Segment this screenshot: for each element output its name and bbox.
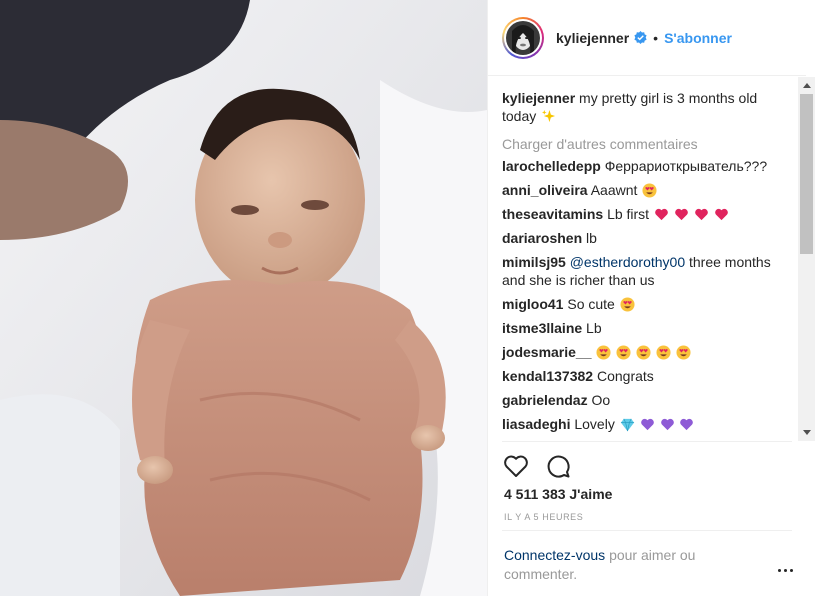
- scrollbar-thumb[interactable]: [800, 94, 813, 254]
- comment-username[interactable]: migloo41: [502, 296, 563, 312]
- comment-item: itsme3llaine Lb: [502, 319, 784, 337]
- comment-text: So cute: [567, 296, 615, 312]
- comment-item: jodesmarie__: [502, 343, 784, 361]
- heart-eyes-emoji: [636, 345, 651, 360]
- post-side-panel: kyliejenner • S'abonner kyliejenner my p…: [487, 0, 815, 596]
- comment-text: Aaawnt: [590, 182, 638, 198]
- red-heart-emoji: [655, 208, 668, 221]
- comment-text: Феррариоткрыватель???: [604, 158, 768, 174]
- heart-eyes-emoji: [620, 297, 635, 312]
- comment-username[interactable]: liasadeghi: [502, 416, 570, 432]
- baby-photo-image: [0, 0, 487, 596]
- diamond-emoji: [620, 418, 634, 432]
- divider: [502, 530, 792, 531]
- likes-count[interactable]: 4 511 383 J'aime: [504, 486, 612, 502]
- comments-scrollbar[interactable]: [798, 77, 815, 441]
- purple-heart-emoji: [680, 418, 694, 431]
- heart-eyes-emoji: [676, 345, 691, 360]
- avatar[interactable]: [502, 16, 544, 59]
- heart-eyes-emoji: [642, 183, 657, 198]
- comment-mention-link[interactable]: @estherdorothy00: [570, 254, 685, 270]
- red-heart-emoji: [714, 208, 728, 221]
- comment-button[interactable]: [544, 452, 572, 480]
- comment-item: anni_oliveira Aaawnt: [502, 181, 784, 199]
- comment-text: Lb first: [607, 206, 650, 222]
- heart-eyes-emoji: [596, 345, 611, 360]
- comment-item: migloo41 So cute: [502, 295, 784, 313]
- sparkles-emoji: [542, 109, 556, 123]
- comment-username[interactable]: dariaroshen: [502, 230, 582, 246]
- comment-item: larochelledepp Феррариоткрыватель???: [502, 157, 784, 175]
- verified-badge-icon: [634, 31, 647, 44]
- comment-item: theseavitamins Lb first: [502, 205, 784, 223]
- post-actions: [502, 452, 572, 480]
- comment-username[interactable]: theseavitamins: [502, 206, 603, 222]
- scroll-up-arrow-icon[interactable]: [798, 77, 815, 94]
- comment-username[interactable]: gabrielendaz: [502, 392, 588, 408]
- post-photo[interactable]: [0, 0, 487, 596]
- red-heart-emoji: [694, 208, 708, 221]
- post-caption: kyliejenner my pretty girl is 3 months o…: [502, 89, 784, 125]
- post-timestamp: IL Y A 5 HEURES: [504, 512, 584, 522]
- red-heart-emoji: [675, 208, 688, 221]
- comment-username[interactable]: kendal137382: [502, 368, 593, 384]
- comment-username[interactable]: itsme3llaine: [502, 320, 582, 336]
- heart-icon: [504, 455, 528, 477]
- comment-username[interactable]: larochelledepp: [502, 158, 601, 174]
- heart-eyes-emoji: [616, 345, 631, 360]
- comment-text: Lb: [586, 320, 602, 336]
- divider: [502, 441, 792, 442]
- follow-button[interactable]: S'abonner: [664, 30, 732, 46]
- post-header: kyliejenner • S'abonner: [488, 0, 806, 76]
- post-author-username[interactable]: kyliejenner: [556, 30, 629, 46]
- like-button[interactable]: [502, 452, 530, 480]
- comment-username[interactable]: anni_oliveira: [502, 182, 588, 198]
- comment-item: gabrielendaz Oo: [502, 391, 784, 409]
- purple-heart-emoji: [660, 418, 674, 431]
- scroll-down-arrow-icon[interactable]: [798, 424, 815, 441]
- purple-heart-emoji: [640, 418, 654, 431]
- login-link[interactable]: Connectez-vous: [504, 547, 605, 563]
- comment-text: Oo: [591, 392, 611, 408]
- separator-dot: •: [653, 29, 659, 46]
- caption-username[interactable]: kyliejenner: [502, 90, 575, 106]
- comment-item: mimilsj95 @estherdorothy00 three months …: [502, 253, 784, 289]
- comment-bubble-icon: [547, 455, 570, 478]
- comment-username[interactable]: jodesmarie__: [502, 344, 592, 360]
- comment-item: dariaroshen lb: [502, 229, 784, 247]
- comment-item: liasadeghi Lovely: [502, 415, 784, 433]
- login-prompt: Connectez-vous pour aimer ou commenter.: [504, 546, 734, 584]
- heart-eyes-emoji: [656, 345, 671, 360]
- comment-text: Congrats: [596, 368, 654, 384]
- load-more-comments-link[interactable]: Charger d'autres commentaires: [502, 135, 784, 153]
- comment-text: lb: [586, 230, 597, 246]
- more-options-icon[interactable]: [775, 563, 795, 577]
- avatar-image: [506, 20, 540, 55]
- comment-text: Lovely: [574, 416, 615, 432]
- comment-username[interactable]: mimilsj95: [502, 254, 566, 270]
- comments-list[interactable]: kyliejenner my pretty girl is 3 months o…: [488, 77, 798, 441]
- comment-item: kendal137382 Congrats: [502, 367, 784, 385]
